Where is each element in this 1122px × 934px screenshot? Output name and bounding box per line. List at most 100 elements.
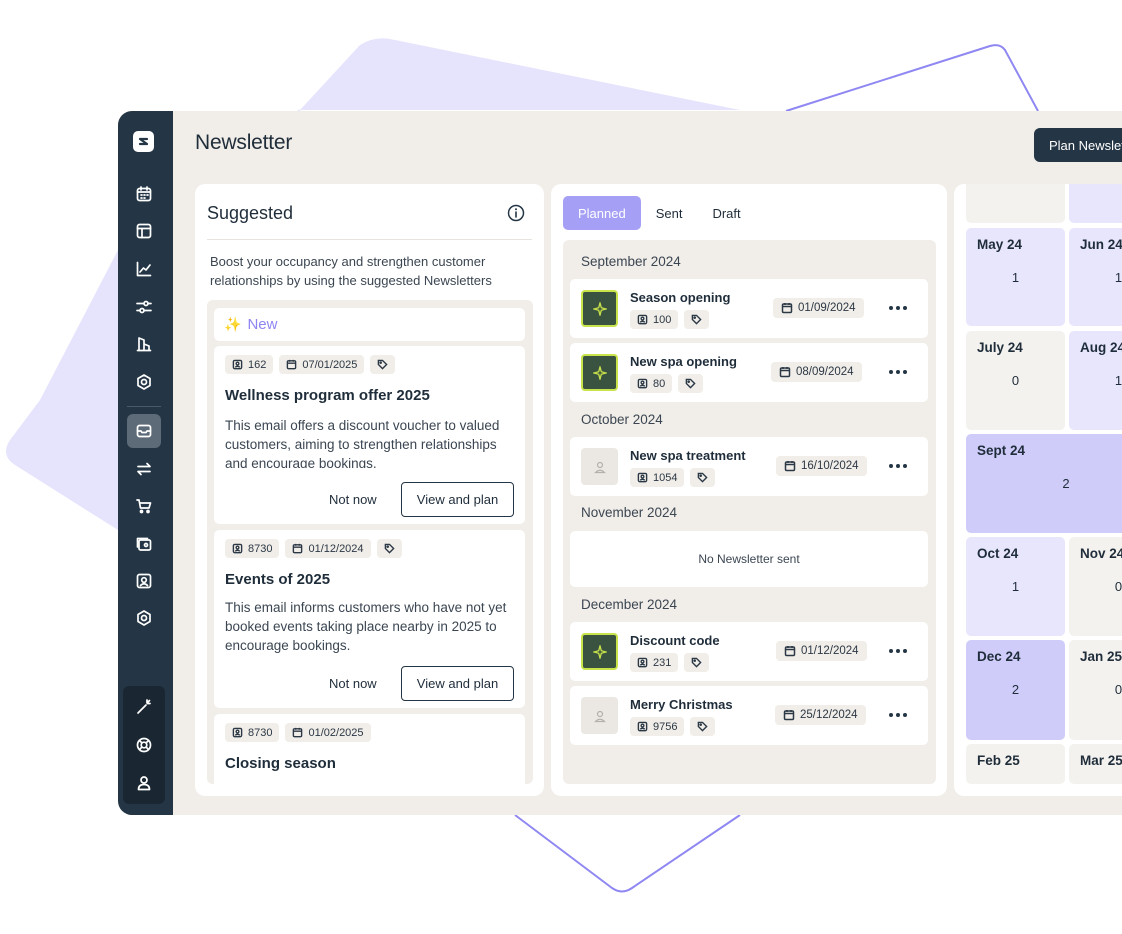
more-options-icon[interactable] — [889, 644, 909, 658]
suggestion-card: 162 07/01/2025 Wellness program offer 20… — [214, 346, 525, 524]
suggested-description: Boost your occupancy and strengthen cust… — [210, 254, 492, 288]
sparkle-icon — [592, 301, 607, 316]
tag-chip[interactable] — [678, 374, 704, 393]
newsletter-row[interactable]: Merry Christmas 9756 25/12/2024 — [570, 686, 928, 745]
month-label: November 2024 — [581, 505, 678, 520]
user-icon[interactable] — [127, 766, 161, 800]
audience-chip: 231 — [630, 653, 679, 672]
month-label: October 2024 — [581, 412, 663, 427]
tag-chip[interactable] — [684, 310, 710, 329]
settings-icon[interactable] — [127, 365, 161, 399]
stage: Newsletter Plan Newsletter Suggested Boo… — [0, 0, 1122, 934]
calendar-cell[interactable]: Nov 24 0 — [1069, 537, 1122, 636]
contact-icon — [637, 472, 648, 483]
newsletter-chips: 1054 — [630, 468, 716, 487]
newsletter-title: New spa treatment — [630, 448, 746, 463]
tag-chip[interactable] — [690, 468, 716, 487]
gear-icon[interactable] — [127, 601, 161, 635]
placeholder-thumbnail — [581, 448, 618, 485]
wallet-icon[interactable] — [127, 527, 161, 561]
more-options-icon[interactable] — [889, 365, 909, 379]
calendar-panel: May 24 1 Jun 24 1 July 24 0 Aug 24 1 Sep… — [954, 184, 1122, 796]
contact-icon — [637, 378, 648, 389]
more-options-icon[interactable] — [889, 708, 909, 722]
new-suggestion-row[interactable]: ✨ New — [214, 308, 525, 341]
contact-icon[interactable] — [127, 564, 161, 598]
person-icon — [593, 710, 606, 722]
calendar-icon — [779, 367, 791, 378]
calendar-cell[interactable]: July 24 0 — [966, 331, 1065, 430]
newsletter-row[interactable]: Season opening 100 01/09/2024 — [570, 279, 928, 338]
placeholder-thumbnail — [581, 697, 618, 734]
suggestion-card: 8730 01/02/2025 Closing season — [214, 714, 525, 784]
newsletter-chips: 9756 — [630, 717, 716, 736]
newsletter-row[interactable]: Discount code 231 01/12/2024 — [570, 622, 928, 681]
sparkle-thumbnail — [581, 633, 618, 670]
calendar-cell[interactable]: Sept 24 2 — [966, 434, 1122, 533]
building-icon[interactable] — [127, 327, 161, 361]
sliders-icon[interactable] — [127, 290, 161, 324]
tag-icon — [378, 359, 389, 370]
suggested-panel: Suggested Boost your occupancy and stren… — [195, 184, 544, 796]
calendar-icon — [781, 303, 793, 314]
calendar-cell[interactable]: Aug 24 1 — [1069, 331, 1122, 430]
brand-logo-icon[interactable] — [133, 131, 154, 152]
calendar-cell[interactable]: Jan 25 0 — [1069, 640, 1122, 740]
newsletter-title: Merry Christmas — [630, 697, 733, 712]
calendar-icon[interactable] — [127, 177, 161, 211]
calendar-cell[interactable]: May 24 1 — [966, 228, 1065, 326]
sparkles-icon: ✨ — [224, 316, 242, 332]
suggested-list: ✨ New 162 07/01/2025 Wellness program of… — [207, 300, 533, 784]
calendar-cell[interactable]: Mar 25 — [1069, 744, 1122, 784]
newsletter-title: Season opening — [630, 290, 731, 305]
chart-icon[interactable] — [127, 252, 161, 286]
date-chip: 01/02/2025 — [285, 723, 371, 742]
tab-sent[interactable]: Sent — [641, 196, 698, 230]
newsletter-row[interactable]: New spa opening 80 08/09/2024 — [570, 343, 928, 402]
newsletter-chips: 231 — [630, 653, 710, 672]
calendar-cell[interactable]: Oct 24 1 — [966, 537, 1065, 636]
magic-wand-icon[interactable] — [127, 690, 161, 724]
more-options-icon[interactable] — [889, 301, 909, 315]
newsletter-row[interactable]: New spa treatment 1054 16/10/2024 — [570, 437, 928, 496]
calendar-icon — [287, 359, 297, 370]
tab-planned[interactable]: Planned — [563, 196, 641, 230]
tag-chip[interactable] — [684, 653, 710, 672]
empty-state: No Newsletter sent — [570, 531, 928, 587]
calendar-icon — [784, 461, 796, 472]
contact-icon — [637, 314, 648, 325]
lifebuoy-icon[interactable] — [127, 728, 161, 762]
sparkle-icon — [592, 365, 607, 380]
suggestion-card: 8730 01/12/2024 Events of 2025 This emai… — [214, 530, 525, 708]
date-chip: 01/09/2024 — [773, 298, 864, 318]
layout-icon[interactable] — [127, 214, 161, 248]
app-window: Newsletter Plan Newsletter Suggested Boo… — [118, 111, 1122, 815]
transfer-icon[interactable] — [127, 452, 161, 486]
calendar-cell[interactable]: Feb 25 — [966, 744, 1065, 784]
tag-chip[interactable] — [370, 355, 396, 374]
view-and-plan-button[interactable]: View and plan — [401, 666, 514, 701]
tag-icon — [692, 657, 702, 668]
sparkle-thumbnail — [581, 290, 618, 327]
calendar-cell[interactable]: Dec 24 2 — [966, 640, 1065, 740]
tab-draft[interactable]: Draft — [697, 196, 755, 230]
cart-icon[interactable] — [127, 489, 161, 523]
view-and-plan-button[interactable]: View and plan — [401, 482, 514, 517]
audience-chip: 9756 — [630, 717, 685, 736]
newsletter-title: Discount code — [630, 633, 720, 648]
tag-icon — [698, 721, 709, 732]
sidebar — [118, 111, 173, 815]
plan-newsletter-button[interactable]: Plan Newsletter — [1034, 128, 1122, 162]
more-options-icon[interactable] — [889, 459, 909, 473]
not-now-button[interactable]: Not now — [329, 492, 377, 507]
tag-chip[interactable] — [690, 717, 716, 736]
planned-panel: Planned Sent Draft September 2024 Season… — [551, 184, 947, 796]
not-now-button[interactable]: Not now — [329, 676, 377, 691]
page-title: Newsletter — [195, 131, 293, 154]
mail-icon[interactable] — [127, 414, 161, 448]
suggested-title: Suggested — [207, 203, 294, 223]
calendar-cell[interactable]: Jun 24 1 — [1069, 228, 1122, 326]
newsletter-chips: 100 — [630, 310, 710, 329]
info-icon[interactable] — [507, 204, 525, 222]
tag-chip[interactable] — [376, 539, 402, 558]
